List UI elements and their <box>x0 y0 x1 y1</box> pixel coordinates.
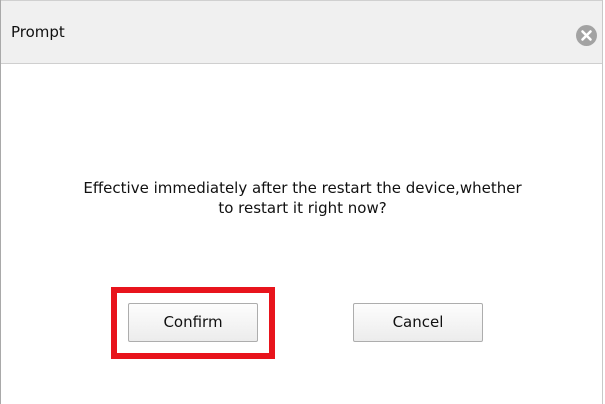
message-line-1: Effective immediately after the restart … <box>83 179 522 197</box>
message-line-2: to restart it right now? <box>218 199 387 217</box>
dialog-message: Effective immediately after the restart … <box>41 178 564 218</box>
dialog-title: Prompt <box>11 23 65 41</box>
dialog-titlebar: Prompt <box>1 0 602 64</box>
confirm-button[interactable]: Confirm <box>128 303 258 342</box>
prompt-dialog: Prompt Effective immediately after the r… <box>0 0 603 404</box>
cancel-button[interactable]: Cancel <box>353 303 483 342</box>
close-icon[interactable] <box>576 25 597 46</box>
